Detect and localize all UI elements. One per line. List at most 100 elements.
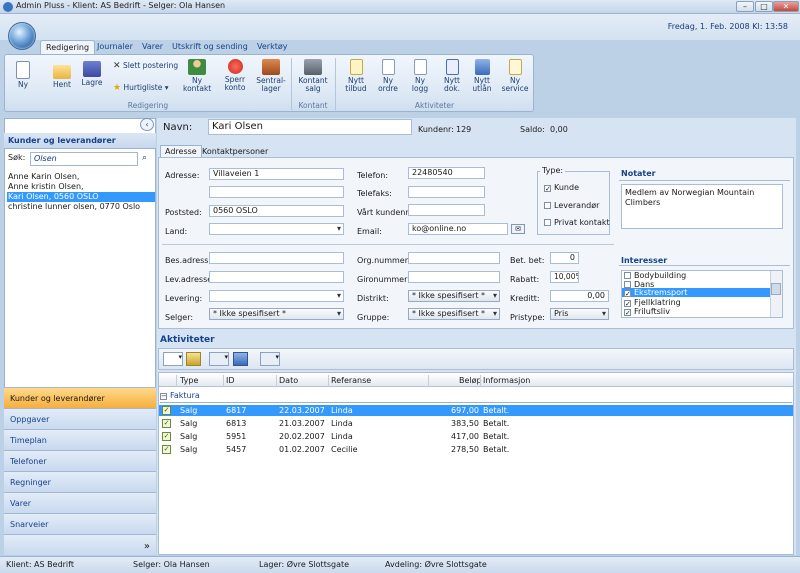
column-header-type[interactable]: Type xyxy=(180,376,198,385)
search-input[interactable]: Olsen xyxy=(30,152,138,166)
payment-terms-field[interactable]: 0 xyxy=(550,252,579,264)
list-item[interactable]: Kari Olsen, 0560 OSLO xyxy=(7,192,155,202)
country-select[interactable] xyxy=(209,223,344,235)
new-loan-button[interactable]: Nytt utlån xyxy=(467,59,497,93)
interest-item[interactable]: Bodybuilding xyxy=(624,271,686,280)
delivery-select[interactable] xyxy=(209,290,344,302)
cell-id: 6813 xyxy=(226,419,247,428)
our-customer-number-field[interactable] xyxy=(408,204,485,216)
giro-number-field[interactable] xyxy=(408,271,500,283)
seller-select[interactable]: * Ikke spesifisert * xyxy=(209,308,344,320)
column-header-referanse[interactable]: Referanse xyxy=(331,376,371,385)
tab-kontaktpersoner[interactable]: Kontaktpersoner xyxy=(198,146,272,157)
new-contact-button[interactable]: Ny kontakt xyxy=(183,59,211,93)
discount-field[interactable]: 10,00% xyxy=(550,271,579,283)
column-divider xyxy=(276,375,277,387)
list-item[interactable]: Anne Karin Olsen, xyxy=(7,172,155,182)
email-send-icon[interactable]: ✉ xyxy=(511,224,525,234)
cell-info: Betalt. xyxy=(483,445,510,454)
new-service-button[interactable]: Ny service xyxy=(499,59,531,93)
nav-oppgaver[interactable]: Oppgaver xyxy=(4,408,156,429)
email-field[interactable]: ko@online.no xyxy=(408,223,508,235)
delivery-address-field[interactable] xyxy=(209,271,344,283)
tab-journaler[interactable]: Journaler xyxy=(92,40,138,54)
search-icon[interactable]: ⌕ xyxy=(142,153,147,163)
form-divider xyxy=(162,244,614,245)
district-select[interactable]: * Ikke spesifisert * xyxy=(408,290,500,302)
collapse-group-icon[interactable]: − xyxy=(160,393,167,400)
tab-verktoy[interactable]: Verktøy xyxy=(252,40,292,54)
ribbon: Ny Hent Lagre ✕ Slett postering ★ Hurtig… xyxy=(4,54,534,112)
seller-label: Selger: xyxy=(165,313,194,322)
customer-number-label: Kundenr: xyxy=(418,125,454,134)
new-document-button[interactable]: Nytt dok. xyxy=(437,59,467,93)
phone-field[interactable]: 22480540 xyxy=(408,167,485,179)
new-button[interactable]: Ny xyxy=(10,61,36,89)
checkbox-privat[interactable]: Privat kontakt xyxy=(544,218,610,227)
new-log-button[interactable]: Ny logg xyxy=(405,59,435,93)
maximize-button[interactable]: □ xyxy=(755,1,773,12)
postal-field[interactable]: 0560 OSLO xyxy=(209,205,344,217)
group-row-faktura[interactable]: − Faktura xyxy=(160,391,200,400)
print-icon[interactable]: ▾ xyxy=(260,352,280,366)
address-field-2[interactable] xyxy=(209,186,344,198)
column-header-belop[interactable]: Beløp xyxy=(459,376,482,385)
type-title: Type: xyxy=(540,166,566,175)
save-button[interactable]: Lagre xyxy=(79,61,105,87)
nav-varer[interactable]: Varer xyxy=(4,492,156,513)
tab-redigering[interactable]: Redigering xyxy=(40,40,96,54)
interest-item[interactable]: ✓ Ekstremsport xyxy=(622,288,770,298)
balance-label: Saldo: xyxy=(520,125,545,134)
credit-field[interactable]: 0,00 xyxy=(550,290,609,302)
block-account-button[interactable]: Sperr konto xyxy=(221,59,249,92)
group-select[interactable]: * Ikke spesifisert * xyxy=(408,308,500,320)
new-activity-icon[interactable]: ▾ xyxy=(163,352,183,366)
fetch-button[interactable]: Hent xyxy=(49,61,75,89)
tab-varer[interactable]: Varer xyxy=(137,40,168,54)
org-number-field[interactable] xyxy=(408,252,500,264)
warehouse-icon xyxy=(262,59,280,75)
list-item[interactable]: Anne kristin Olsen, xyxy=(7,182,155,192)
nav-snarveier[interactable]: Snarveier xyxy=(4,513,156,534)
notes-field[interactable]: Medlem av Norwegian Mountain Climbers xyxy=(621,184,783,229)
name-field[interactable]: Kari Olsen xyxy=(208,119,412,135)
nav-more[interactable]: » xyxy=(4,534,156,555)
cash-sale-button[interactable]: Kontant salg xyxy=(298,59,328,93)
checkbox-leverandor[interactable]: Leverandør xyxy=(544,201,599,210)
cash-register-icon xyxy=(304,59,322,75)
binoculars-icon[interactable]: ▾ xyxy=(209,352,229,366)
sales-icon: ✓ xyxy=(162,445,171,454)
column-divider xyxy=(480,375,481,387)
new-offer-button[interactable]: Nytt tilbud xyxy=(341,59,371,93)
visit-address-field[interactable] xyxy=(209,252,344,264)
address-field-1[interactable]: Villaveien 1 xyxy=(209,168,344,180)
minimize-button[interactable]: – xyxy=(736,1,754,12)
collapse-panel-button[interactable]: ‹ xyxy=(140,118,154,131)
interest-item[interactable]: ✓ Friluftsliv xyxy=(624,307,670,317)
new-order-button[interactable]: Ny ordre xyxy=(373,59,403,93)
nav-kunder[interactable]: Kunder og leverandører xyxy=(4,387,156,408)
delete-posting-button[interactable]: ✕ Slett postering xyxy=(113,62,178,71)
tab-utskrift[interactable]: Utskrift og sending xyxy=(167,40,253,54)
interest-item[interactable]: ✓ Fjellklatring xyxy=(624,298,681,308)
column-header-id[interactable]: ID xyxy=(226,376,235,385)
cell-ref: Linda xyxy=(331,406,353,415)
cell-belop: 278,50 xyxy=(451,445,479,454)
sort-icon[interactable] xyxy=(233,352,248,366)
quicklist-button[interactable]: ★ Hurtigliste ▾ xyxy=(113,84,169,93)
checkbox-kunde[interactable]: ✓ Kunde xyxy=(544,183,579,193)
nav-telefoner[interactable]: Telefoner xyxy=(4,450,156,471)
central-warehouse-button[interactable]: Sentral-lager xyxy=(256,59,286,93)
column-header-dato[interactable]: Dato xyxy=(279,376,298,385)
fax-field[interactable] xyxy=(408,186,485,198)
scrollbar-thumb[interactable] xyxy=(771,283,781,295)
close-button[interactable]: ✕ xyxy=(773,1,799,12)
price-type-select[interactable]: Pris xyxy=(550,308,609,320)
edit-icon[interactable] xyxy=(186,352,201,366)
nav-regninger[interactable]: Regninger xyxy=(4,471,156,492)
cell-dato: 21.03.2007 xyxy=(279,419,325,428)
column-header-informasjon[interactable]: Informasjon xyxy=(483,376,530,385)
nav-timeplan[interactable]: Timeplan xyxy=(4,429,156,450)
app-orb-icon[interactable] xyxy=(8,22,36,50)
list-item[interactable]: christine lunner olsen, 0770 Oslo xyxy=(7,202,155,212)
